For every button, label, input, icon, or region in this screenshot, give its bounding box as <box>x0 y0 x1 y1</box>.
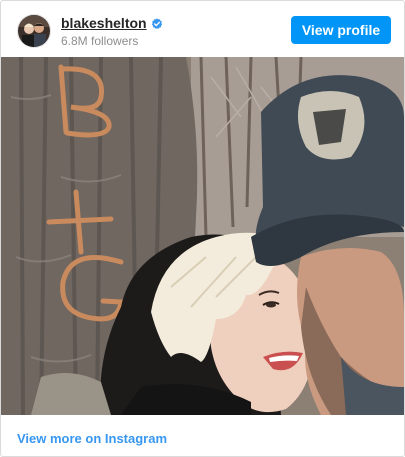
post-photo[interactable] <box>1 57 404 415</box>
instagram-embed-card: blakeshelton 6.8M followers View profile <box>0 0 405 457</box>
verified-badge-icon <box>151 17 163 29</box>
username-link[interactable]: blakeshelton <box>61 15 147 31</box>
post-header: blakeshelton 6.8M followers View profile <box>1 1 404 57</box>
view-profile-button[interactable]: View profile <box>291 16 391 44</box>
follower-count: 6.8M followers <box>61 34 139 48</box>
post-photo-image <box>1 57 404 415</box>
profile-avatar[interactable] <box>17 14 51 48</box>
username-row: blakeshelton <box>61 15 163 31</box>
view-more-on-instagram-link[interactable]: View more on Instagram <box>17 431 167 446</box>
avatar-photo-icon <box>18 15 50 47</box>
